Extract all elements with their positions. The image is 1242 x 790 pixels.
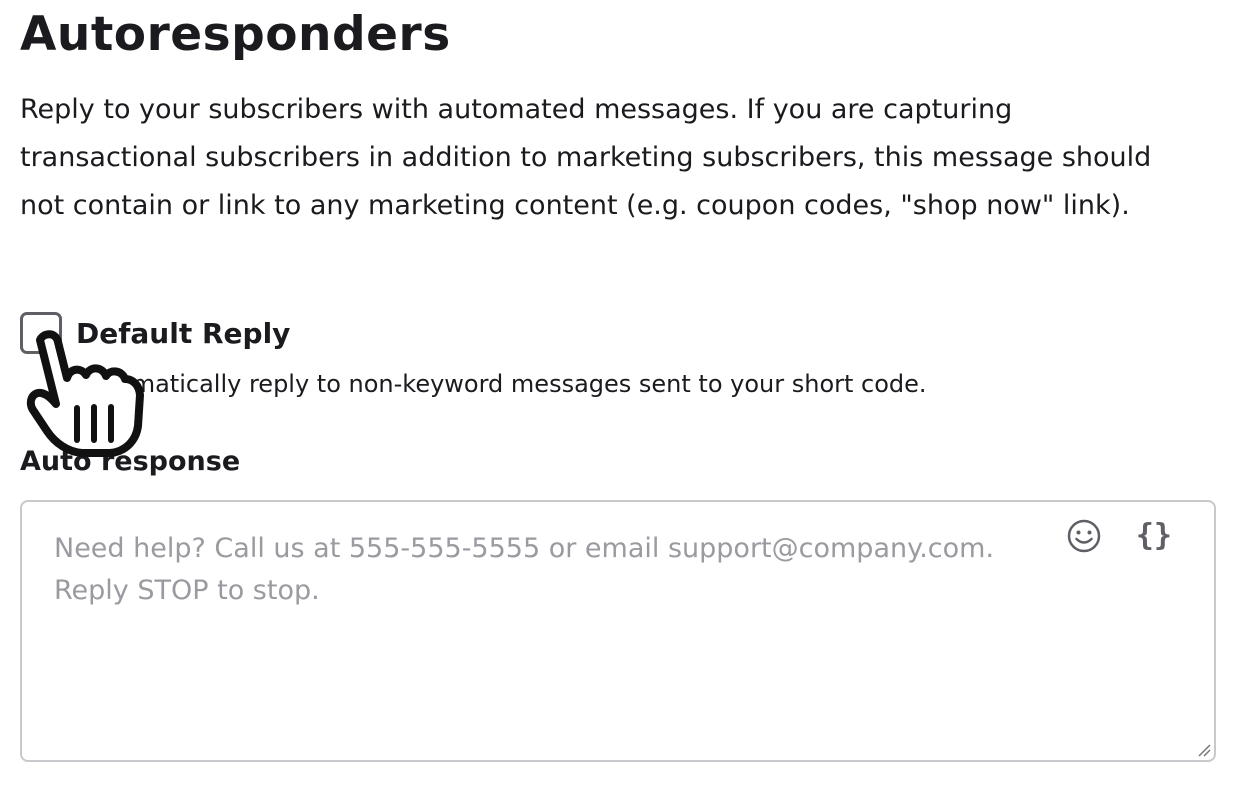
smiley-face-icon[interactable] — [1066, 518, 1102, 554]
page-title: Autoresponders — [20, 7, 451, 62]
auto-response-textarea[interactable] — [22, 502, 1214, 760]
default-reply-help-text: Automatically reply to non-keyword messa… — [76, 370, 927, 398]
page-description: Reply to your subscribers with automated… — [20, 94, 1152, 221]
resize-handle-icon[interactable] — [1194, 740, 1212, 758]
default-reply-setting: Default Reply Automatically reply to non… — [20, 312, 1170, 402]
auto-response-field: {} — [20, 500, 1216, 762]
curly-braces-icon[interactable]: {} — [1136, 516, 1172, 556]
auto-response-label: Auto response — [20, 446, 241, 477]
default-reply-label[interactable]: Default Reply — [76, 314, 290, 354]
default-reply-checkbox[interactable] — [20, 312, 62, 354]
autoresponders-page: Autoresponders Reply to your subscribers… — [0, 0, 1242, 790]
